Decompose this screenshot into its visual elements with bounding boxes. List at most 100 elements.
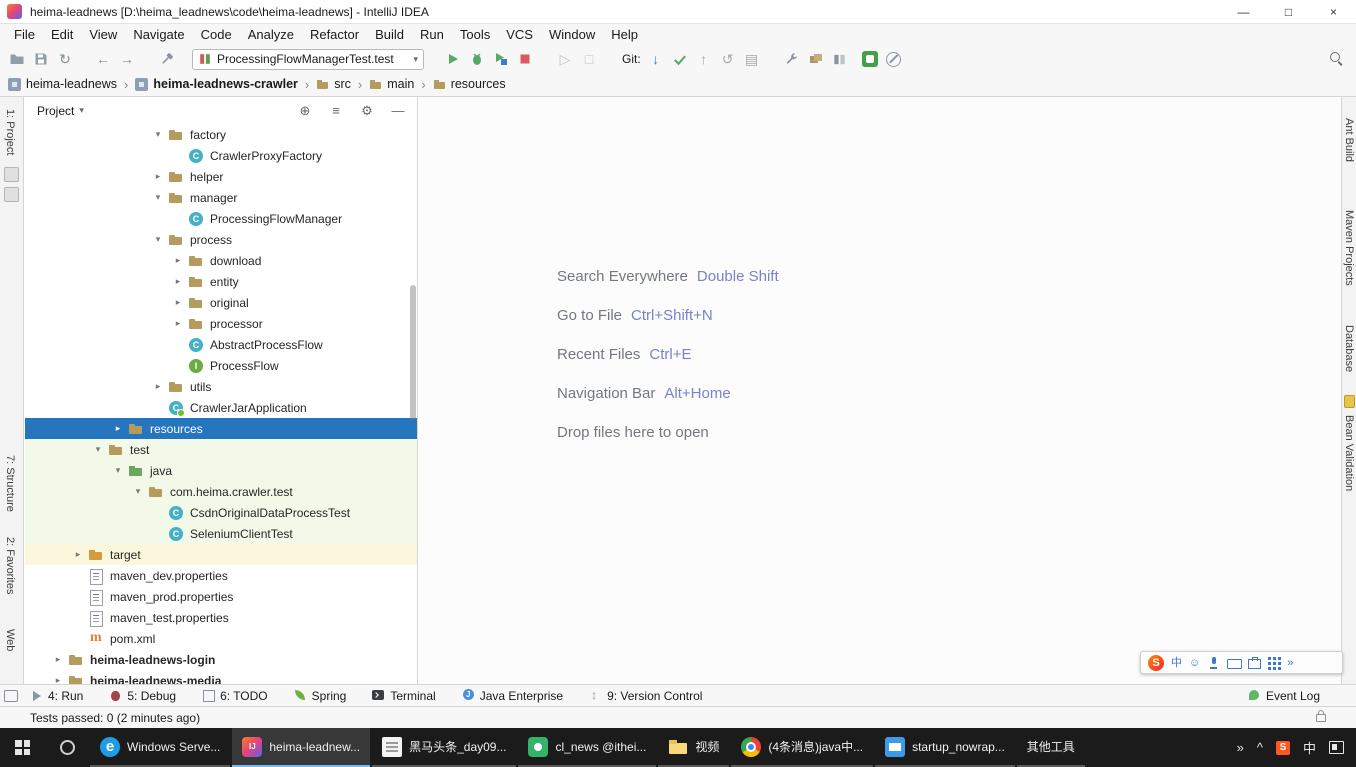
taskbar-app-button[interactable]: heima-leadnew... [232,728,370,767]
debug-button[interactable] [468,50,486,68]
emoji-icon[interactable]: ☺ [1189,656,1200,670]
tool-stripe-icon[interactable] [4,187,19,202]
close-button[interactable]: × [1311,0,1356,23]
tree-chevron-icon[interactable]: ▾ [128,486,148,497]
tree-row[interactable]: ▾ com.heima.crawler.test [25,481,417,502]
tree-row[interactable]: ▸ original [25,292,417,313]
tree-chevron-icon[interactable]: ▸ [108,423,128,434]
chevron-down-icon[interactable]: ▾ [79,105,84,116]
tree-chevron-icon[interactable]: ▸ [168,255,188,266]
menu-item[interactable]: Help [603,24,646,46]
breadcrumb[interactable]: heima-leadnews › [8,77,135,92]
locate-file-icon[interactable]: ⊕ [296,103,314,119]
tool-window-button[interactable]: 5: Debug [109,689,176,703]
hide-panel-icon[interactable]: — [389,103,407,118]
tree-chevron-icon[interactable]: ▾ [148,129,168,140]
show-hidden-icons-icon[interactable]: ^ [1257,740,1263,755]
tree-row[interactable]: ProcessFlow [25,355,417,376]
microphone-icon[interactable] [1207,656,1220,669]
tree-row[interactable]: ▸ target [25,544,417,565]
tree-chevron-icon[interactable]: ▾ [108,465,128,476]
tree-row[interactable]: maven_prod.properties [25,586,417,607]
back-icon[interactable]: ← [94,50,112,68]
sogou-logo-icon[interactable]: S [1148,655,1164,671]
tree-row[interactable]: ▾ manager [25,187,417,208]
taskbar-app-button[interactable]: (4条消息)java中... [731,728,873,767]
tree-chevron-icon[interactable]: ▸ [168,318,188,329]
tool-window-button[interactable]: 4: Run [30,689,83,703]
tree-row[interactable]: ▸ download [25,250,417,271]
collapse-all-icon[interactable]: ≡ [327,103,345,118]
tree-row[interactable]: CrawlerJarApplication [25,397,417,418]
tool-window-button[interactable]: Bean Validation [1343,415,1355,491]
menu-item[interactable]: Run [412,24,452,46]
tree-chevron-icon[interactable]: ▸ [148,381,168,392]
plugin-icon[interactable] [861,50,879,68]
tree-row[interactable]: ▸ resources [25,418,417,439]
taskbar-app-button[interactable]: 视频 [658,728,729,767]
tree-chevron-icon[interactable]: ▸ [48,675,68,684]
tool-window-switcher-icon[interactable] [4,690,18,702]
menu-item[interactable]: Navigate [125,24,192,46]
sogou-tray-icon[interactable]: S [1276,741,1290,755]
action-center-icon[interactable] [1329,741,1344,754]
tree-row[interactable]: SeleniumClientTest [25,523,417,544]
tree-chevron-icon[interactable]: ▾ [148,192,168,203]
taskbar-app-button[interactable]: cl_news @ithei... [518,728,656,767]
layout-columns-icon[interactable] [831,50,849,68]
input-language-indicator[interactable]: 中 [1303,738,1316,757]
tree-chevron-icon[interactable]: ▸ [148,171,168,182]
gear-icon[interactable]: ⚙ [358,103,376,119]
menu-item[interactable]: Window [541,24,603,46]
taskbar-app-button[interactable]: startup_nowrap... [875,728,1015,767]
tree-row[interactable]: AbstractProcessFlow [25,334,417,355]
maximize-button[interactable]: □ [1266,0,1311,23]
tree-row[interactable]: CsdnOriginalDataProcessTest [25,502,417,523]
stop-button[interactable] [516,50,534,68]
run-with-coverage-button[interactable] [492,50,510,68]
start-button[interactable] [0,728,45,767]
tree-chevron-icon[interactable]: ▸ [168,276,188,287]
save-all-icon[interactable] [32,50,50,68]
menu-item[interactable]: File [6,24,43,46]
menu-item[interactable]: View [81,24,125,46]
breadcrumb[interactable]: heima-leadnews-crawler › [135,77,316,92]
tree-row[interactable]: ▸ processor [25,313,417,334]
search-everywhere-icon[interactable] [1330,50,1348,68]
tree-chevron-icon[interactable]: ▾ [148,234,168,245]
tree-row[interactable]: ▾ test [25,439,417,460]
git-update-icon[interactable]: ↓ [647,50,665,68]
build-hammer-icon[interactable] [158,50,176,68]
menu-item[interactable]: VCS [498,24,541,46]
event-log-button[interactable]: Event Log [1248,689,1320,703]
tool-window-button[interactable]: 2: Favorites [4,537,16,594]
cortana-search-button[interactable] [45,728,90,767]
lock-icon[interactable] [1316,714,1326,722]
synchronize-icon[interactable]: ↻ [56,50,74,68]
minimize-button[interactable]: — [1221,0,1266,23]
taskbar-app-button[interactable]: 其他工具 [1017,728,1085,767]
tree-row[interactable]: CrawlerProxyFactory [25,145,417,166]
menu-item[interactable]: Edit [43,24,81,46]
tree-row[interactable]: ▸ heima-leadnews-login [25,649,417,670]
menu-item[interactable]: Build [367,24,412,46]
taskbar-app-button[interactable]: Windows Serve... [90,728,230,767]
tool-window-button[interactable]: 7: Structure [4,455,16,512]
tool-window-button[interactable]: 9: Version Control [589,689,702,703]
tool-window-button[interactable]: Ant Build [1343,118,1355,162]
tree-row[interactable]: pom.xml [25,628,417,649]
tree-row[interactable]: ▾ factory [25,124,417,145]
breadcrumb[interactable]: src › [316,77,369,92]
chinese-mode-icon[interactable]: 中 [1171,656,1182,670]
keyboard-icon[interactable] [1227,656,1240,669]
menu-item[interactable]: Analyze [240,24,302,46]
tree-chevron-icon[interactable]: ▸ [68,549,88,560]
folders-compare-icon[interactable] [807,50,825,68]
tool-window-button[interactable]: Database [1343,325,1355,372]
tool-window-button[interactable]: Web [4,629,16,651]
open-icon[interactable] [8,50,26,68]
run-button[interactable] [444,50,462,68]
tree-chevron-icon[interactable]: ▸ [48,654,68,665]
tree-row[interactable]: ▸ utils [25,376,417,397]
tree-row[interactable]: ProcessingFlowManager [25,208,417,229]
